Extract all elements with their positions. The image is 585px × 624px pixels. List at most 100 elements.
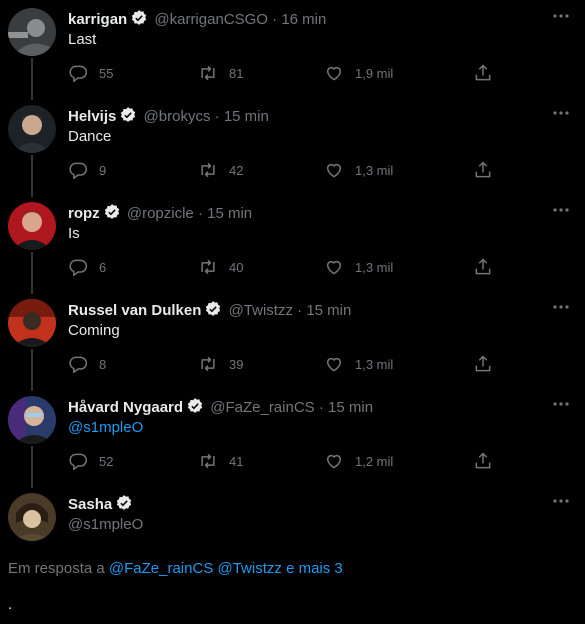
timestamp[interactable]: 15 min xyxy=(328,399,373,416)
reply-button[interactable]: 8 xyxy=(68,354,106,374)
reply-button[interactable]: 9 xyxy=(68,160,106,180)
mention-link[interactable]: @FaZe_rainCS xyxy=(109,560,213,577)
tweet[interactable]: Russel van Dulken @Twistzz · 15 min Comi… xyxy=(0,291,585,388)
action-bar: 52 41 1,2 mil xyxy=(68,451,498,471)
separator-dot: · xyxy=(272,11,278,28)
reply-prefix: Em resposta a xyxy=(8,560,105,577)
like-count: 1,2 mil xyxy=(355,453,394,469)
share-icon xyxy=(473,63,493,83)
verified-icon xyxy=(130,9,148,32)
avatar[interactable] xyxy=(8,8,56,56)
handle[interactable]: @karriganCSGO xyxy=(154,11,268,28)
tweet-header: Russel van Dulken @Twistzz · 15 min xyxy=(68,300,351,323)
separator-dot: · xyxy=(197,205,203,222)
reply-count: 9 xyxy=(99,162,107,178)
reply-icon xyxy=(68,160,88,180)
tweet-header: ropz @ropzicle · 15 min xyxy=(68,203,252,226)
retweet-count: 39 xyxy=(229,356,244,372)
reply-count: 6 xyxy=(99,259,107,275)
like-count: 1,3 mil xyxy=(355,356,394,372)
timestamp[interactable]: 15 min xyxy=(224,108,269,125)
like-button[interactable]: 1,3 mil xyxy=(324,354,393,374)
share-button[interactable] xyxy=(473,354,493,374)
retweet-button[interactable]: 41 xyxy=(198,451,243,471)
mention-link[interactable]: @s1mpleO xyxy=(68,419,143,437)
avatar[interactable] xyxy=(8,202,56,250)
display-name[interactable]: karrigan xyxy=(68,11,127,28)
share-icon xyxy=(473,257,493,277)
mention-link[interactable]: @Twistzz xyxy=(218,560,282,577)
share-button[interactable] xyxy=(473,257,493,277)
like-icon xyxy=(324,63,344,83)
like-icon xyxy=(324,354,344,374)
share-icon xyxy=(473,451,493,471)
tweet-header: karrigan @karriganCSGO · 16 min xyxy=(68,9,326,32)
reply-button[interactable]: 52 xyxy=(68,451,113,471)
like-count: 1,3 mil xyxy=(355,162,394,178)
reply-icon xyxy=(68,63,88,83)
retweet-count: 41 xyxy=(229,453,244,469)
display-name[interactable]: Helvijs xyxy=(68,108,116,125)
more-icon[interactable] xyxy=(551,494,571,508)
main-tweet: Sasha @s1mpleO xyxy=(0,485,585,624)
retweet-button[interactable]: 40 xyxy=(198,257,243,277)
like-count: 1,3 mil xyxy=(355,259,394,275)
timestamp[interactable]: 16 min xyxy=(281,11,326,28)
display-name[interactable]: Russel van Dulken xyxy=(68,302,201,319)
tweet[interactable]: Håvard Nygaard @FaZe_rainCS · 15 min @s1… xyxy=(0,388,585,485)
retweet-icon xyxy=(198,257,218,277)
reply-button[interactable]: 55 xyxy=(68,63,113,83)
handle[interactable]: @Twistzz xyxy=(229,302,293,319)
more-icon[interactable] xyxy=(551,203,571,217)
timestamp[interactable]: 15 min xyxy=(207,205,252,222)
handle[interactable]: @ropzicle xyxy=(127,205,194,222)
avatar[interactable] xyxy=(8,493,56,541)
more-icon[interactable] xyxy=(551,300,571,314)
retweet-button[interactable]: 42 xyxy=(198,160,243,180)
share-button[interactable] xyxy=(473,451,493,471)
handle[interactable]: @FaZe_rainCS xyxy=(210,399,314,416)
like-button[interactable]: 1,2 mil xyxy=(324,451,393,471)
like-button[interactable]: 1,9 mil xyxy=(324,63,393,83)
share-button[interactable] xyxy=(473,160,493,180)
tweet-text: Dance xyxy=(68,128,112,145)
handle[interactable]: @s1mpleO xyxy=(68,516,143,533)
like-icon xyxy=(324,451,344,471)
share-button[interactable] xyxy=(473,63,493,83)
reply-icon xyxy=(68,257,88,277)
display-name[interactable]: ropz xyxy=(68,205,100,222)
display-name[interactable]: Sasha xyxy=(68,496,112,513)
tweet-text: Coming xyxy=(68,322,120,339)
like-button[interactable]: 1,3 mil xyxy=(324,160,393,180)
retweet-button[interactable]: 81 xyxy=(198,63,243,83)
retweet-button[interactable]: 39 xyxy=(198,354,243,374)
reply-icon xyxy=(68,451,88,471)
tweet[interactable]: ropz @ropzicle · 15 min Is 6 40 1,3 mil xyxy=(0,194,585,291)
more-icon[interactable] xyxy=(551,9,571,23)
display-name[interactable]: Håvard Nygaard xyxy=(68,399,183,416)
retweet-icon xyxy=(198,451,218,471)
tweet-header: Sasha xyxy=(68,494,135,517)
tweet[interactable]: karrigan @karriganCSGO · 16 min Last 55 … xyxy=(0,0,585,97)
timestamp[interactable]: 15 min xyxy=(306,302,351,319)
verified-icon xyxy=(204,300,222,323)
like-count: 1,9 mil xyxy=(355,65,394,81)
action-bar: 6 40 1,3 mil xyxy=(68,257,498,277)
separator-dot: · xyxy=(214,108,220,125)
tweet-text: Last xyxy=(68,31,97,48)
reply-count: 55 xyxy=(99,65,114,81)
tweet-text: . xyxy=(8,596,13,613)
avatar[interactable] xyxy=(8,105,56,153)
action-bar: 55 81 1,9 mil xyxy=(68,63,498,83)
avatar[interactable] xyxy=(8,396,56,444)
more-icon[interactable] xyxy=(551,397,571,411)
avatar[interactable] xyxy=(8,299,56,347)
more-icon[interactable] xyxy=(551,106,571,120)
reply-context: Em resposta a @FaZe_rainCS @Twistzz e ma… xyxy=(8,560,343,577)
and-more-link[interactable]: e mais 3 xyxy=(286,560,343,577)
like-button[interactable]: 1,3 mil xyxy=(324,257,393,277)
tweet-text: Is xyxy=(68,225,80,242)
tweet[interactable]: Helvijs @brokycs · 15 min Dance 9 42 1,3… xyxy=(0,97,585,194)
reply-button[interactable]: 6 xyxy=(68,257,106,277)
handle[interactable]: @brokycs xyxy=(144,108,211,125)
